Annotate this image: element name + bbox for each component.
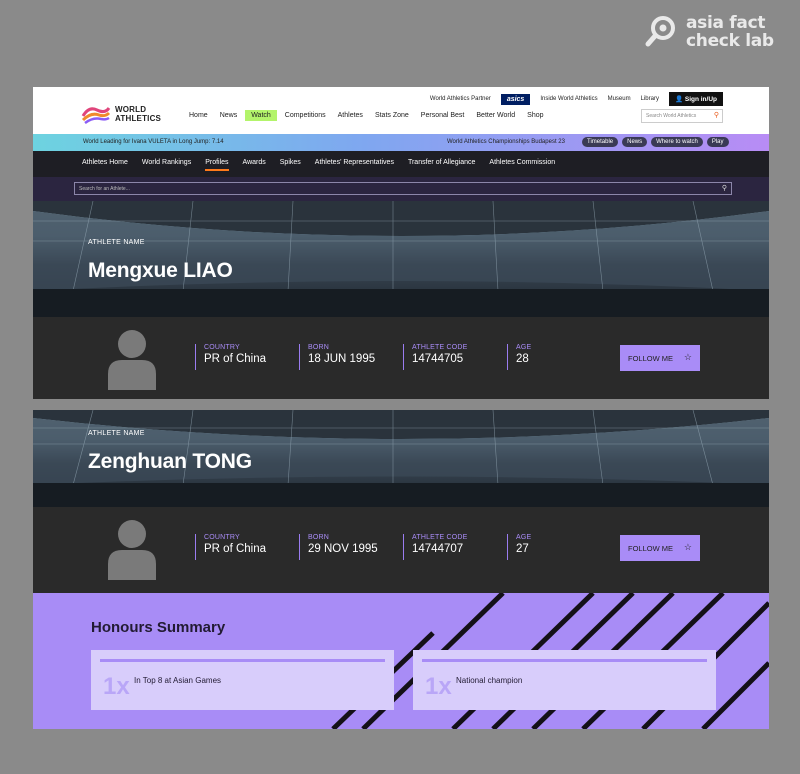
avatar-placeholder — [108, 520, 156, 580]
news-button[interactable]: News — [622, 137, 648, 147]
partner-label: World Athletics Partner — [429, 96, 491, 102]
watermark-line2: check lab — [686, 31, 774, 51]
country-field: COUNTRY PR of China — [195, 534, 299, 560]
star-icon: ☆ — [683, 352, 692, 362]
signin-button[interactable]: 👤 Sign in/Up — [668, 92, 723, 106]
athlete-info-2: COUNTRY PR of China BORN 29 NOV 1995 ATHLE… — [33, 507, 769, 593]
nav-better-world[interactable]: Better World — [470, 110, 521, 121]
honour-count: 1x — [103, 673, 130, 700]
athletes-subnav: Athletes Home World Rankings Profiles Aw… — [33, 151, 769, 177]
athlete-hero-1: ATHLETE NAME Mengxue LIAO — [33, 201, 769, 317]
avatar-placeholder — [108, 330, 156, 390]
nav-competitions[interactable]: Competitions — [279, 110, 332, 121]
athlete-search-row: Search for an Athlete... ⚲ — [33, 177, 769, 201]
subnav-representatives[interactable]: Athletes' Representatives — [315, 159, 394, 171]
athlete-code-field: ATHLETE CODE 14744705 — [403, 344, 507, 370]
search-icon[interactable]: ⚲ — [714, 111, 719, 119]
age-field: AGE 28 — [507, 344, 611, 370]
ticker-lead[interactable]: World Leading for Ivana VULETA in Long J… — [83, 139, 224, 145]
subnav-spikes[interactable]: Spikes — [280, 159, 301, 171]
honours-title: Honours Summary — [91, 619, 226, 636]
where-to-watch-button[interactable]: Where to watch — [651, 137, 703, 147]
logo-line1: WORLD — [115, 105, 147, 114]
subnav-transfer-of-allegiance[interactable]: Transfer of Allegiance — [408, 159, 475, 171]
watermark-line1: asia fact — [686, 13, 766, 33]
news-ticker: World Leading for Ivana VULETA in Long J… — [33, 134, 769, 151]
athlete-info-1: COUNTRY PR of China BORN 18 JUN 1995 ATHLE… — [33, 317, 769, 399]
top-link-inside[interactable]: Inside World Athletics — [540, 96, 597, 102]
top-links: World Athletics Partner asics Inside Wor… — [430, 92, 723, 106]
honour-card: 1x In Top 8 at Asian Games — [91, 650, 394, 710]
honour-card: 1x National champion — [413, 650, 716, 710]
subnav-athletes-commission[interactable]: Athletes Commission — [489, 159, 555, 171]
honour-text: In Top 8 at Asian Games — [134, 676, 222, 685]
athlete-code-field: ATHLETE CODE 14744707 — [403, 534, 507, 560]
ticker-buttons: Timetable News Where to watch Play — [582, 137, 729, 147]
born-field: BORN 18 JUN 1995 — [299, 344, 403, 370]
age-field: AGE 27 — [507, 534, 611, 560]
athlete-name-label: ATHLETE NAME — [88, 430, 145, 437]
honour-text: National champion — [456, 676, 523, 685]
athlete-name: Zenghuan TONG — [88, 450, 252, 473]
logo-icon — [81, 107, 111, 124]
subnav-world-rankings[interactable]: World Rankings — [142, 159, 191, 171]
magnifier-icon — [644, 14, 680, 50]
main-nav: Home News Watch Competitions Athletes St… — [183, 110, 550, 121]
logo-line2: ATHLETICS — [115, 114, 162, 123]
nav-athletes[interactable]: Athletes — [332, 110, 369, 121]
subnav-profiles[interactable]: Profiles — [205, 159, 229, 171]
athlete-hero-2: ATHLETE NAME Zenghuan TONG — [33, 410, 769, 507]
follow-button[interactable]: FOLLOW ME ☆ — [620, 535, 700, 561]
honours-summary: Honours Summary 1x In Top 8 at Asian Gam… — [33, 593, 769, 729]
subnav-awards[interactable]: Awards — [243, 159, 266, 171]
athlete-name: Mengxue LIAO — [88, 259, 233, 282]
athlete-search-input[interactable]: Search for an Athlete... ⚲ — [74, 182, 732, 195]
nav-stats-zone[interactable]: Stats Zone — [369, 110, 415, 121]
born-field: BORN 29 NOV 1995 — [299, 534, 403, 560]
top-link-museum[interactable]: Museum — [608, 96, 631, 102]
play-button[interactable]: Play — [706, 137, 729, 147]
nav-home[interactable]: Home — [183, 110, 214, 121]
site-search-input[interactable]: Search World Athletics ⚲ — [641, 109, 723, 123]
star-icon: ☆ — [683, 542, 692, 552]
site-header: WORLD ATHLETICS World Athletics Partner … — [33, 87, 769, 134]
ticker-championship: World Athletics Championships Budapest 2… — [447, 139, 565, 145]
honour-count: 1x — [425, 673, 452, 700]
nav-personal-best[interactable]: Personal Best — [415, 110, 471, 121]
asics-logo[interactable]: asics — [500, 93, 531, 105]
top-link-library[interactable]: Library — [641, 96, 659, 102]
world-athletics-logo[interactable]: WORLD ATHLETICS — [81, 104, 161, 124]
search-icon[interactable]: ⚲ — [722, 184, 727, 192]
subnav-athletes-home[interactable]: Athletes Home — [82, 159, 128, 171]
country-field: COUNTRY PR of China — [195, 344, 299, 370]
nav-news[interactable]: News — [214, 110, 244, 121]
nav-shop[interactable]: Shop — [521, 110, 549, 121]
athlete-name-label: ATHLETE NAME — [88, 239, 145, 246]
nav-watch[interactable]: Watch — [245, 110, 277, 121]
timetable-button[interactable]: Timetable — [582, 137, 619, 147]
watermark: asia fact check lab — [644, 14, 774, 50]
follow-button[interactable]: FOLLOW ME ☆ — [620, 345, 700, 371]
